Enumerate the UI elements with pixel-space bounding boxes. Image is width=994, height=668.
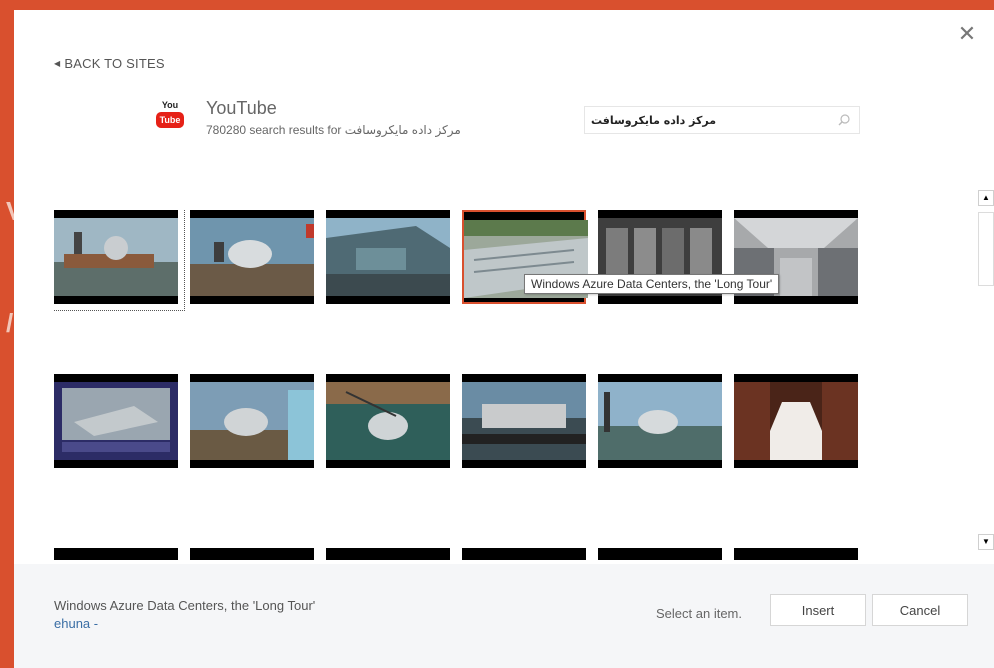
close-button[interactable]: ✕ <box>956 23 978 46</box>
video-thumbnail[interactable] <box>734 374 858 468</box>
video-thumbnail-image <box>734 382 858 460</box>
search-box[interactable] <box>584 106 860 134</box>
youtube-logo: You Tube <box>156 100 184 134</box>
background-app-strip: V / <box>0 0 23 668</box>
video-tooltip: Windows Azure Data Centers, the 'Long To… <box>524 274 780 294</box>
selected-video-title: Windows Azure Data Centers, the 'Long To… <box>54 598 316 613</box>
site-name: YouTube <box>206 98 277 118</box>
video-thumbnail[interactable] <box>190 548 314 560</box>
video-thumbnail[interactable] <box>326 210 450 304</box>
video-thumbnail[interactable] <box>462 374 586 468</box>
search-input[interactable] <box>585 107 825 133</box>
video-thumbnail[interactable] <box>598 374 722 468</box>
video-thumbnail-image <box>190 382 314 460</box>
video-thumbnail-image <box>54 382 178 460</box>
video-thumbnail[interactable] <box>54 210 185 311</box>
scroll-thumb[interactable] <box>978 212 994 286</box>
back-to-sites-label: BACK TO SITES <box>64 56 165 71</box>
scroll-down-button[interactable]: ▼ <box>978 534 994 550</box>
scroll-up-button[interactable]: ▲ <box>978 190 994 206</box>
result-count: 780280 search results for مرکز داده مایک… <box>206 123 461 137</box>
background-glyph: / <box>6 308 14 338</box>
video-thumbnail[interactable] <box>190 210 314 304</box>
video-thumbnail[interactable] <box>462 548 586 560</box>
youtube-logo-you: You <box>161 100 179 110</box>
video-thumbnail[interactable] <box>190 374 314 468</box>
video-thumbnail[interactable] <box>734 548 858 560</box>
online-video-dialog: ✕ ◀ BACK TO SITES You Tube YouTube 780280… <box>14 10 994 668</box>
insert-button[interactable]: Insert <box>770 594 866 626</box>
video-thumbnail-image <box>462 382 586 460</box>
back-to-sites-link[interactable]: ◀ BACK TO SITES <box>54 56 165 71</box>
dialog-footer: Windows Azure Data Centers, the 'Long To… <box>14 564 994 668</box>
chevron-left-icon: ◀ <box>54 59 61 68</box>
result-count-text: 780280 search results for <box>206 123 342 137</box>
video-thumbnail[interactable] <box>54 548 178 560</box>
status-text: Select an item. <box>656 606 742 621</box>
video-thumbnail-image <box>326 218 450 296</box>
video-thumbnail-image <box>54 218 178 296</box>
video-thumbnail[interactable] <box>598 548 722 560</box>
video-thumbnail-image <box>326 382 450 460</box>
video-results-grid <box>54 210 864 560</box>
result-query: مرکز داده مایکروسافت <box>344 123 461 137</box>
video-thumbnail[interactable] <box>54 374 178 468</box>
search-icon[interactable] <box>837 113 851 127</box>
video-thumbnail[interactable] <box>326 374 450 468</box>
results-scrollbar[interactable]: ▲ ▼ <box>978 190 994 560</box>
video-thumbnail-image <box>190 218 314 296</box>
video-thumbnail[interactable] <box>326 548 450 560</box>
selected-video-author[interactable]: ehuna - <box>54 616 98 631</box>
video-thumbnail-image <box>598 382 722 460</box>
youtube-logo-tube: Tube <box>156 112 184 128</box>
cancel-button[interactable]: Cancel <box>872 594 968 626</box>
